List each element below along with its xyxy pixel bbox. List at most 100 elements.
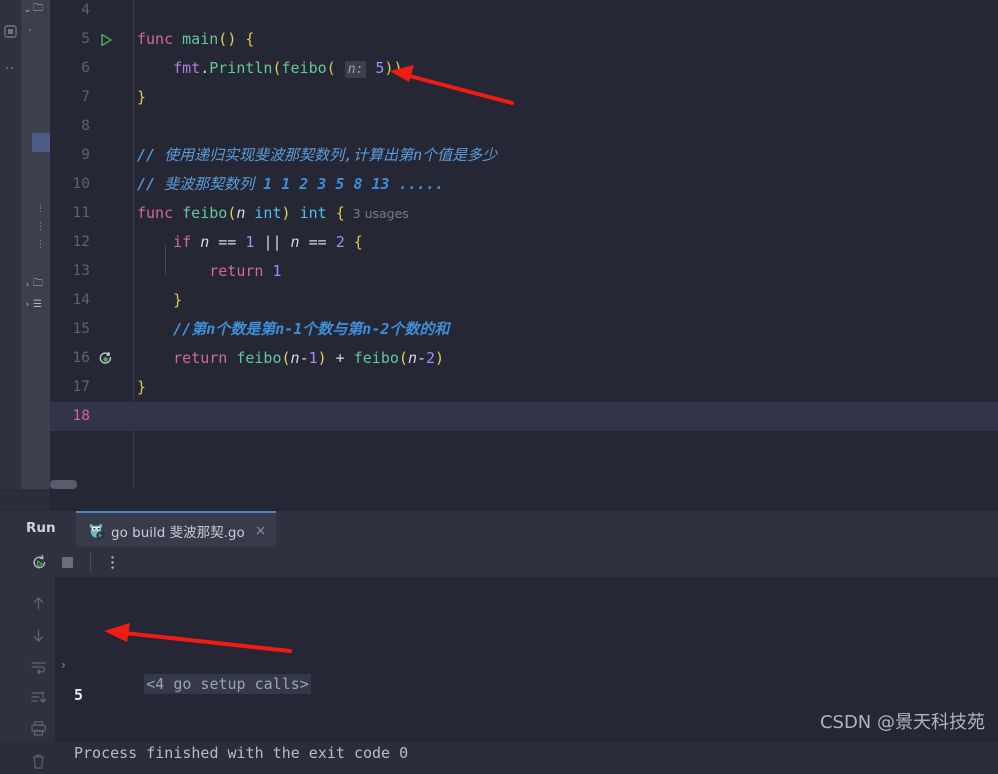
code-token: { <box>335 204 345 222</box>
code-token: n <box>200 233 210 251</box>
code-token: func <box>137 204 174 222</box>
code-token: 3 usages <box>344 206 409 221</box>
code-token: // <box>137 146 165 164</box>
code-token: 1 <box>308 349 318 367</box>
code-token: if <box>173 233 192 251</box>
bookmarks-icon[interactable] <box>3 60 18 75</box>
code-line-10[interactable]: // 斐波那契数列 1 1 2 3 5 8 13 ..... <box>137 170 444 199</box>
code-line-16[interactable]: return feibo(n-1) + feibo(n-2) <box>137 344 444 373</box>
tree-node-root[interactable]: ⌄ 🗀 <box>22 0 50 19</box>
tree-node-scratches[interactable]: › ☰ <box>22 295 50 314</box>
console-side-toolbar <box>22 577 55 769</box>
project-structure-icon[interactable] <box>3 24 18 39</box>
code-token: 1 1 2 3 5 8 13 ..... <box>263 175 444 193</box>
console-setup-line: <4 go setup calls> <box>72 657 311 711</box>
up-arrow-icon[interactable] <box>30 595 47 612</box>
chevron-right-icon[interactable]: › <box>22 280 33 290</box>
close-icon[interactable]: × <box>255 523 267 539</box>
code-token: n <box>290 349 300 367</box>
line-number-8: 8 <box>81 118 90 134</box>
fold-arrow-icon[interactable]: › <box>61 658 66 672</box>
chevron-down-icon[interactable]: ⌄ <box>22 5 33 15</box>
code-token: == <box>299 233 336 251</box>
run-tab-bar: Run go build 斐波那契.go × <box>0 511 998 549</box>
current-line-highlight <box>133 402 998 431</box>
run-panel-title: Run <box>26 520 56 536</box>
run-tab-go-build[interactable]: go build 斐波那契.go × <box>76 511 277 549</box>
code-line-9[interactable]: // 使用递归实现斐波那契数列,计算出第n个值是多少 <box>137 141 497 170</box>
code-token: 2 <box>335 233 345 251</box>
code-token: - <box>416 349 426 367</box>
code-token: 斐波那契数列 <box>164 175 264 193</box>
code-line-5[interactable]: func main() { <box>137 25 254 54</box>
print-icon[interactable] <box>30 720 47 737</box>
code-token: } <box>137 88 147 106</box>
editor-code-area[interactable]: func main() { fmt.Println(feibo( n: 5))}… <box>133 0 998 489</box>
console-setup-text[interactable]: <4 go setup calls> <box>144 674 311 694</box>
code-token: 1 <box>272 262 282 280</box>
line-number-9: 9 <box>81 147 90 163</box>
trash-icon[interactable] <box>30 753 47 770</box>
editor-horizontal-scrollbar[interactable] <box>50 480 77 489</box>
code-line-11[interactable]: func feibo(n int) int { 3 usages <box>137 199 409 228</box>
console-finish-line: Process finished with the exit code 0 <box>74 744 409 762</box>
code-line-17[interactable]: } <box>137 373 146 402</box>
code-token: return <box>173 349 228 367</box>
code-token: == <box>209 233 246 251</box>
down-arrow-icon[interactable] <box>30 627 47 644</box>
run-gutter-icon[interactable] <box>98 32 114 48</box>
code-token: + <box>326 349 354 367</box>
code-token: || <box>263 233 282 251</box>
code-token: n <box>407 349 417 367</box>
tree-line-icon: ` <box>28 29 33 40</box>
code-token: ) <box>317 349 327 367</box>
chevron-right-icon-2[interactable]: › <box>22 300 33 310</box>
code-line-15[interactable]: //第n个数是第n-1个数与第n-2个数的和 <box>137 315 449 344</box>
code-token: feibo <box>281 59 327 77</box>
code-token: ( <box>398 349 408 367</box>
rerun-icon[interactable] <box>31 554 48 571</box>
code-token: n: <box>344 61 367 78</box>
stop-icon[interactable] <box>59 554 76 571</box>
folder-icon: 🗀 <box>33 3 43 14</box>
recursion-gutter-icon[interactable] <box>98 351 114 367</box>
code-token: ) <box>227 30 237 48</box>
tree-selected-item[interactable] <box>32 133 50 152</box>
code-token: ) <box>281 204 291 222</box>
code-token: ( <box>272 59 282 77</box>
code-token: } <box>137 378 147 396</box>
code-token: ( <box>326 59 336 77</box>
code-token: Println <box>209 59 273 77</box>
project-tree-panel[interactable]: ⌄ 🗀 ` ⋮ ⋮ ⋮ › 🗀 › ☰ <box>22 0 50 520</box>
toolbar-separator <box>90 552 91 572</box>
code-line-14[interactable]: } <box>137 286 182 315</box>
line-number-7: 7 <box>81 89 90 105</box>
code-line-7[interactable]: } <box>137 83 146 112</box>
run-tab-label: go build 斐波那契.go <box>111 525 245 541</box>
editor-gutter[interactable]: 4 5 6 7 8 9 10 11 12 13 14 15 16 17 18 <box>50 0 134 489</box>
soft-wrap-icon[interactable] <box>30 659 47 676</box>
code-line-12[interactable]: if n == 1 || n == 2 { <box>137 228 363 257</box>
run-toolbar <box>0 547 998 577</box>
code-editor[interactable]: 4 5 6 7 8 9 10 11 12 13 14 15 16 17 18 func main() { f… <box>50 0 998 489</box>
code-line-13[interactable]: return 1 <box>137 257 282 286</box>
scroll-to-end-icon[interactable] <box>30 689 47 706</box>
code-token: ( <box>218 30 228 48</box>
more-options-icon[interactable] <box>104 554 121 571</box>
code-token: // <box>137 175 165 193</box>
line-number-18: 18 <box>72 408 90 424</box>
tree-node-external-libs[interactable]: › 🗀 <box>22 275 50 294</box>
line-number-4: 4 <box>81 2 90 18</box>
line-number-5: 5 <box>81 31 90 47</box>
code-line-6[interactable]: fmt.Println(feibo( n: 5)) <box>137 54 403 83</box>
